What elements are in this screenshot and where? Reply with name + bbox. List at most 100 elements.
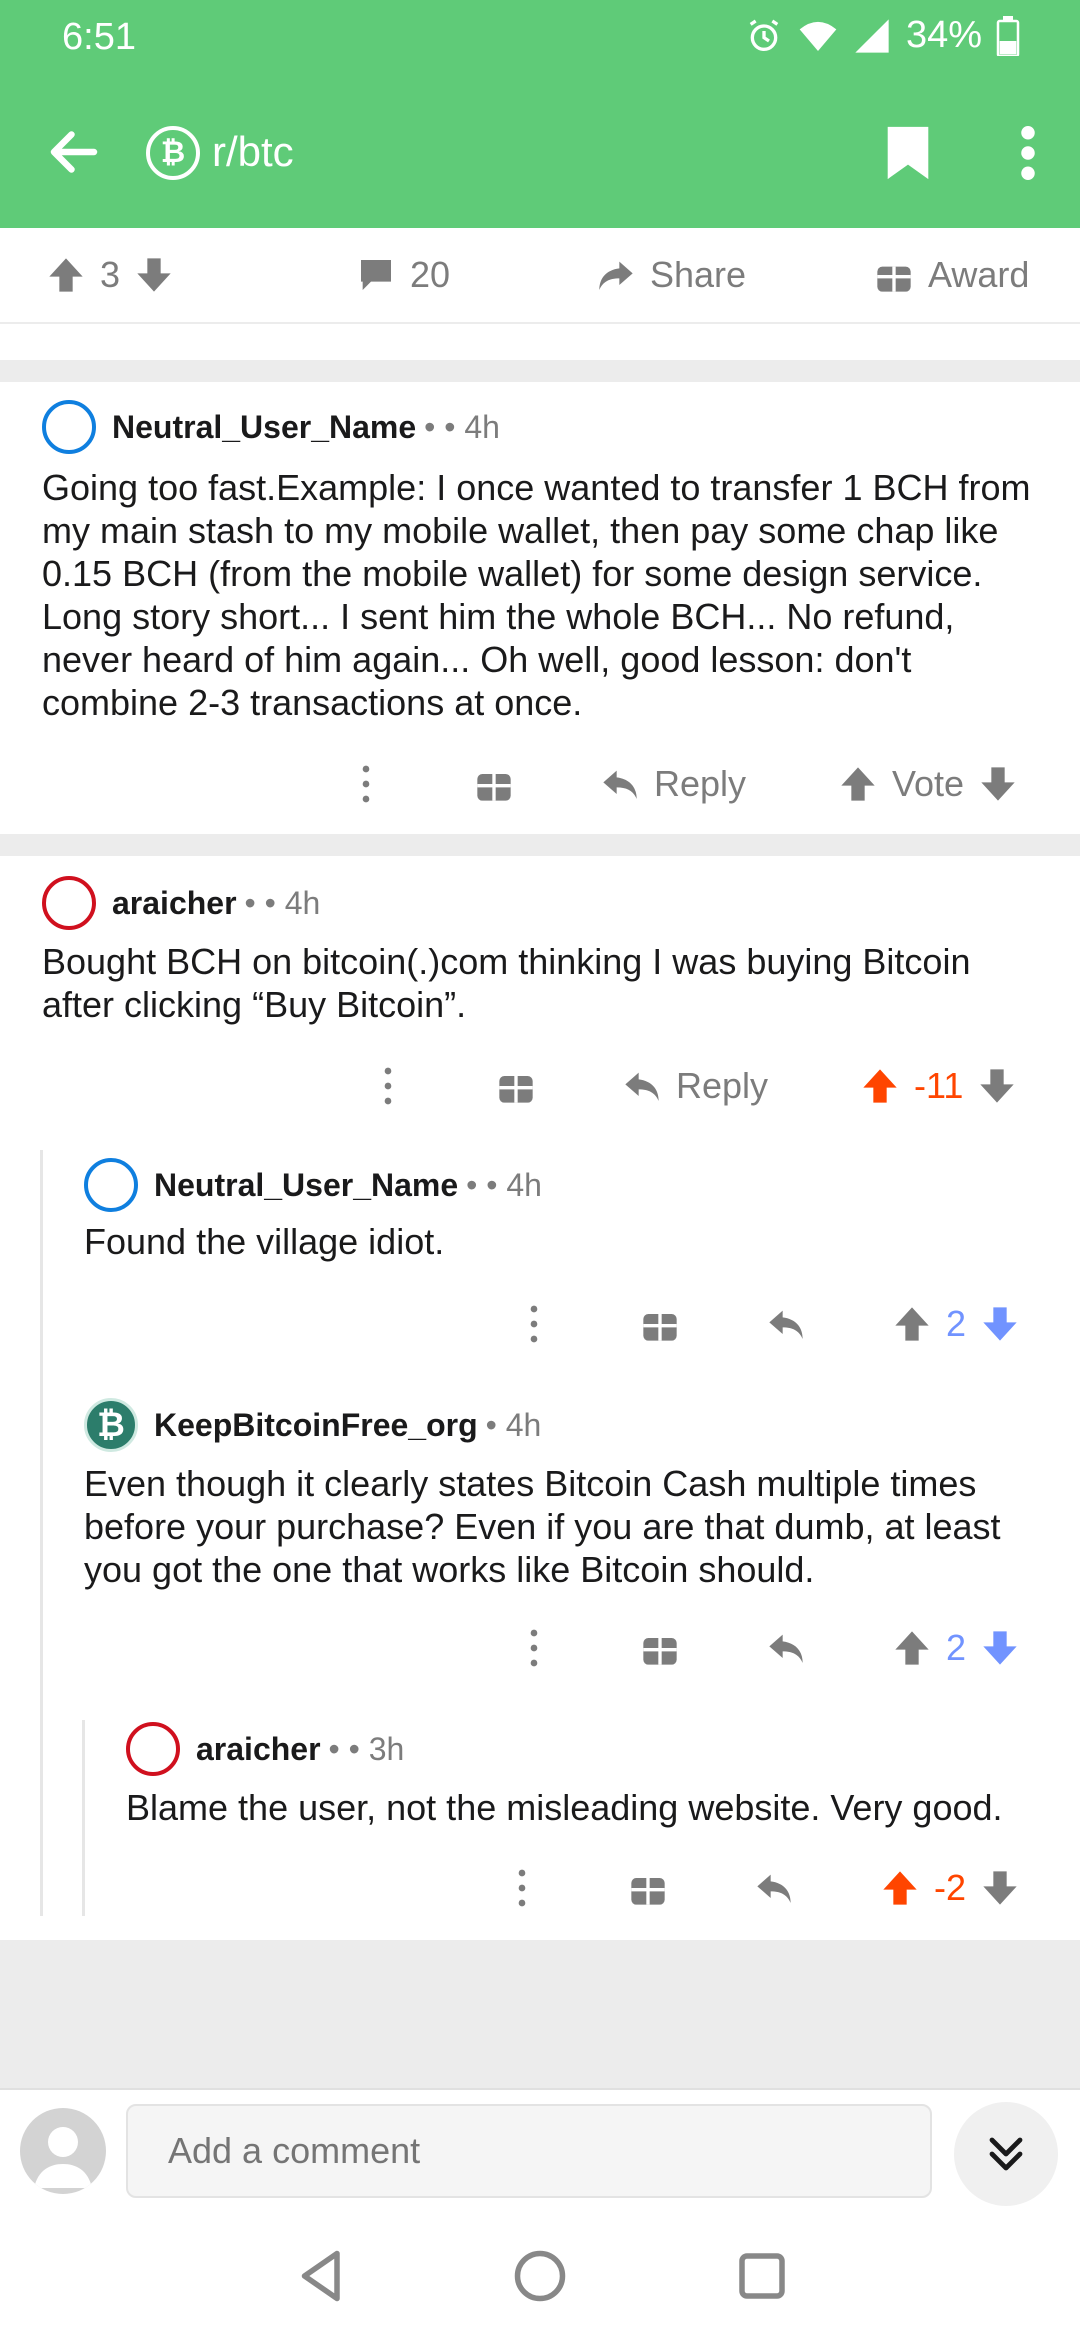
upvote-icon[interactable] xyxy=(892,1628,932,1668)
comment-input[interactable] xyxy=(126,2104,932,2198)
downvote-icon[interactable] xyxy=(978,764,1018,804)
list-end-background xyxy=(0,1940,1080,2088)
comment-icon xyxy=(361,260,391,290)
comment-score: 2 xyxy=(946,1627,967,1668)
double-chevron-down-icon xyxy=(989,2137,1023,2171)
avatar[interactable] xyxy=(20,2108,106,2194)
comment-actions: -2 xyxy=(0,1858,1080,1918)
alarm-icon xyxy=(749,19,779,51)
post-vote: 3 xyxy=(46,254,174,296)
upvote-icon[interactable] xyxy=(892,1304,932,1344)
avatar[interactable] xyxy=(84,1158,138,1212)
upvote-icon[interactable] xyxy=(838,764,878,804)
reply-button[interactable]: Reply xyxy=(622,1056,768,1116)
reply-icon xyxy=(603,770,637,799)
downvote-icon[interactable] xyxy=(980,1304,1020,1344)
award-label: Award xyxy=(928,254,1030,295)
comment-meta: • 4h xyxy=(485,1406,542,1443)
upvote-icon[interactable] xyxy=(880,1868,920,1908)
avatar[interactable] xyxy=(42,400,96,454)
comment-actions: Reply Vote xyxy=(0,754,1080,814)
nav-back-icon[interactable] xyxy=(292,2246,352,2306)
comments-button[interactable]: 20 xyxy=(356,254,450,296)
comment-actions: 2 xyxy=(0,1294,1080,1354)
comment-author[interactable]: araicher xyxy=(112,885,237,922)
more-icon[interactable] xyxy=(382,1066,394,1106)
collapse-threads-button[interactable] xyxy=(954,2102,1058,2206)
comment-body: Even though it clearly states Bitcoin Ca… xyxy=(84,1463,1001,1590)
comment-author[interactable]: Neutral_User_Name xyxy=(112,409,416,446)
signal-icon xyxy=(855,18,889,53)
vote-label: Vote xyxy=(892,763,965,804)
app-header: 6:51 34% ₿ r/btc xyxy=(0,0,1080,228)
comment-meta: • • 4h xyxy=(466,1166,542,1203)
more-icon[interactable] xyxy=(528,1304,540,1344)
comment-meta: • • 4h xyxy=(244,884,321,921)
comment-meta: • • 3h xyxy=(328,1730,405,1767)
add-comment-bar xyxy=(0,2088,1080,2214)
avatar[interactable] xyxy=(126,1722,180,1776)
nav-home-icon[interactable] xyxy=(510,2246,570,2306)
comment-score: 2 xyxy=(946,1303,967,1344)
gift-icon[interactable] xyxy=(628,1868,668,1908)
battery-percent: 34% xyxy=(905,14,982,56)
reply-label: Reply xyxy=(676,1065,769,1106)
comment-body: Found the village idiot. xyxy=(84,1221,445,1262)
downvote-icon[interactable] xyxy=(134,255,174,295)
divider xyxy=(0,834,1080,856)
comment-score: -2 xyxy=(934,1867,967,1908)
nav-recents-icon[interactable] xyxy=(732,2246,792,2306)
comment-vote: Vote xyxy=(838,754,1018,814)
reply-button[interactable]: Reply xyxy=(600,754,746,814)
share-icon xyxy=(599,261,633,290)
user-placeholder-icon xyxy=(34,2127,92,2188)
gift-icon[interactable] xyxy=(496,1066,536,1106)
back-arrow-icon[interactable] xyxy=(44,122,104,182)
comment-vote: -2 xyxy=(880,1858,1020,1918)
subreddit-name[interactable]: r/btc xyxy=(212,128,294,176)
bookmark-icon[interactable] xyxy=(884,124,932,182)
comment-vote: 2 xyxy=(892,1294,1020,1354)
comment-body: Blame the user, not the misleading websi… xyxy=(126,1787,1003,1828)
award-button[interactable]: Award xyxy=(874,254,1029,296)
comment-header: Neutral_User_Name • • 4h xyxy=(42,400,500,454)
more-icon[interactable] xyxy=(360,764,372,804)
reply-icon[interactable] xyxy=(766,1628,806,1668)
post-score: 3 xyxy=(100,254,121,295)
reply-label: Reply xyxy=(654,763,747,804)
share-button[interactable]: Share xyxy=(596,254,746,296)
comment-score: -11 xyxy=(914,1065,964,1106)
status-time: 6:51 xyxy=(62,16,136,58)
comment-author[interactable]: Neutral_User_Name xyxy=(154,1167,458,1204)
reply-icon[interactable] xyxy=(754,1868,794,1908)
downvote-icon[interactable] xyxy=(980,1868,1020,1908)
more-icon[interactable] xyxy=(528,1628,540,1668)
avatar[interactable]: ₿ xyxy=(84,1398,138,1452)
upvote-icon[interactable] xyxy=(860,1066,900,1106)
gift-icon[interactable] xyxy=(474,764,514,804)
reply-icon[interactable] xyxy=(766,1304,806,1344)
upvote-icon[interactable] xyxy=(46,255,86,295)
comment-vote: -11 xyxy=(860,1056,1017,1116)
comment-actions: 2 xyxy=(0,1618,1080,1678)
more-options-icon[interactable] xyxy=(1020,126,1036,180)
gift-icon xyxy=(877,266,911,292)
status-icons: 34% xyxy=(744,14,1020,57)
more-icon[interactable] xyxy=(516,1868,528,1908)
comment-author[interactable]: KeepBitcoinFree_org xyxy=(154,1407,478,1444)
reply-icon xyxy=(625,1072,659,1101)
downvote-icon[interactable] xyxy=(977,1066,1017,1106)
avatar[interactable] xyxy=(42,876,96,930)
comment-meta: • • 4h xyxy=(424,408,500,445)
thread-line xyxy=(40,1150,43,1916)
comment-author[interactable]: araicher xyxy=(196,1731,321,1768)
divider xyxy=(0,360,1080,382)
comment-header: araicher • • 4h xyxy=(42,876,320,930)
comment-actions: Reply -11 xyxy=(0,1056,1080,1116)
gift-icon[interactable] xyxy=(640,1628,680,1668)
gift-icon[interactable] xyxy=(640,1304,680,1344)
comment-body: Going too fast.Example: I once wanted to… xyxy=(42,467,1031,723)
downvote-icon[interactable] xyxy=(980,1628,1020,1668)
wifi-icon xyxy=(799,21,837,51)
share-label: Share xyxy=(650,254,747,295)
